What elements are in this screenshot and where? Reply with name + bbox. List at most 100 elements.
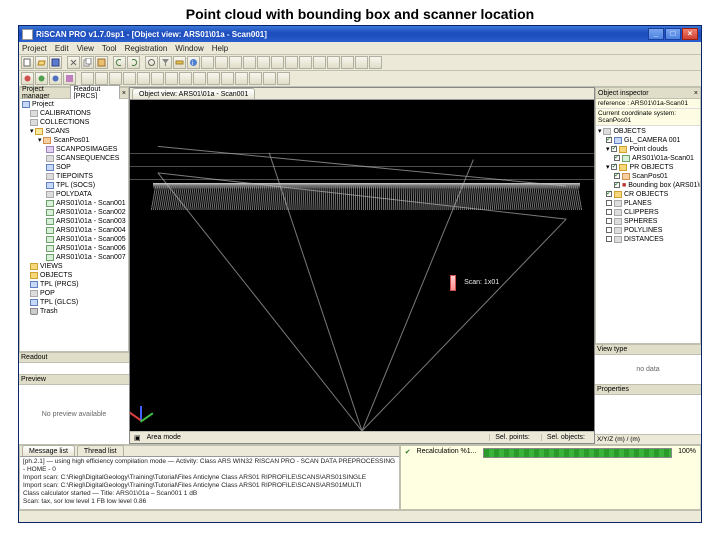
toolbar2-btn[interactable] — [81, 72, 94, 85]
tree-item[interactable]: SCANPOSIMAGES — [56, 146, 117, 153]
toolbar2-btn[interactable] — [179, 72, 192, 85]
toolbar-btn[interactable] — [201, 56, 214, 69]
preview-header[interactable]: Preview — [19, 375, 129, 385]
toolbar2-btn[interactable] — [277, 72, 290, 85]
minimize-button[interactable]: _ — [648, 28, 664, 40]
3d-viewport[interactable]: Scan: 1x01 — [130, 100, 594, 431]
toolbar2-btn[interactable] — [95, 72, 108, 85]
progress-bar — [483, 448, 673, 458]
toolbar-btn[interactable] — [369, 56, 382, 69]
toolbar-info-icon[interactable]: i — [187, 56, 200, 69]
menu-registration[interactable]: Registration — [125, 44, 168, 53]
viewtype-header[interactable]: View type — [595, 345, 701, 355]
tree-item[interactable]: POP — [40, 290, 55, 297]
toolbar2-btn[interactable] — [35, 72, 48, 85]
close-button[interactable]: × — [682, 28, 698, 40]
toolbar-btn[interactable] — [285, 56, 298, 69]
tree-scan[interactable]: ARS01\01a - Scan004 — [56, 227, 126, 234]
tree-scan[interactable]: ARS01\01a - Scan003 — [56, 218, 126, 225]
tree-item[interactable]: TPL (SOCS) — [56, 182, 95, 189]
toolbar-btn[interactable] — [313, 56, 326, 69]
tree-scan[interactable]: ARS01\01a - Scan005 — [56, 236, 126, 243]
properties-header[interactable]: Properties — [595, 385, 701, 395]
toolbar2-btn[interactable] — [235, 72, 248, 85]
toolbar-measure-icon[interactable] — [173, 56, 186, 69]
toolbar-btn[interactable] — [243, 56, 256, 69]
menu-tool[interactable]: Tool — [102, 44, 117, 53]
maximize-button[interactable]: □ — [665, 28, 681, 40]
toolbar2-btn[interactable] — [63, 72, 76, 85]
tab-message-list[interactable]: Message list — [22, 445, 75, 456]
toolbar-btn[interactable] — [271, 56, 284, 69]
tree-item[interactable]: VIEWS — [40, 263, 63, 270]
toolbar-btn[interactable] — [327, 56, 340, 69]
toolbar-btn[interactable] — [215, 56, 228, 69]
toolbar2-btn[interactable] — [137, 72, 150, 85]
toolbar-settings-icon[interactable] — [145, 56, 158, 69]
toolbar-btn[interactable] — [229, 56, 242, 69]
viewtype-body: no data — [595, 355, 701, 384]
menubar[interactable]: Project Edit View Tool Registration Wind… — [19, 42, 701, 55]
tree-scan[interactable]: ARS01\01a - Scan002 — [56, 209, 126, 216]
tree-item[interactable]: SCANSEQUENCES — [56, 155, 119, 162]
readout-header[interactable]: Readout — [19, 353, 129, 363]
toolbar2-btn[interactable] — [249, 72, 262, 85]
toolbar-btn[interactable] — [341, 56, 354, 69]
toolbar-new-icon[interactable] — [21, 56, 34, 69]
toolbar-undo-icon[interactable] — [113, 56, 126, 69]
toolbar2-btn[interactable] — [151, 72, 164, 85]
toolbar-redo-icon[interactable] — [127, 56, 140, 69]
tab-object-view[interactable]: Object view: ARS01\01a - Scan001 — [132, 88, 255, 99]
tree-item[interactable]: OBJECTS — [40, 272, 72, 279]
tree-calib[interactable]: CALIBRATIONS — [40, 110, 91, 117]
tree-scan[interactable]: ARS01\01a - Scan001 — [56, 200, 126, 207]
tree-root[interactable]: Project — [32, 101, 54, 108]
toolbar2-btn[interactable] — [109, 72, 122, 85]
menu-project[interactable]: Project — [22, 44, 47, 53]
work-area: Project manager Readout [PRCS] × Project… — [19, 87, 701, 444]
tree-item[interactable]: TPL (PRCS) — [40, 281, 79, 288]
scanner-marker-icon[interactable] — [450, 275, 456, 291]
tree-scan[interactable]: ARS01\01a - Scan006 — [56, 245, 126, 252]
object-inspector-header[interactable]: Object inspector × — [596, 88, 700, 99]
toolbar2-btn[interactable] — [21, 72, 34, 85]
toolbar2-btn[interactable] — [221, 72, 234, 85]
project-tree[interactable]: Project CALIBRATIONS COLLECTIONS ▾ SCANS… — [20, 99, 128, 351]
toolbar2-btn[interactable] — [207, 72, 220, 85]
toolbar2-btn[interactable] — [263, 72, 276, 85]
toolbar-btn[interactable] — [299, 56, 312, 69]
menu-view[interactable]: View — [77, 44, 94, 53]
toolbar2-btn[interactable] — [165, 72, 178, 85]
tree-item[interactable]: TPL (GLCS) — [40, 299, 78, 306]
center-tabstrip[interactable]: Object view: ARS01\01a - Scan001 — [130, 88, 594, 100]
toolbar-btn[interactable] — [257, 56, 270, 69]
toolbar-cut-icon[interactable] — [67, 56, 80, 69]
toolbar-save-icon[interactable] — [49, 56, 62, 69]
project-manager-header[interactable]: Project manager Readout [PRCS] × — [20, 88, 128, 99]
toolbar2-btn[interactable] — [193, 72, 206, 85]
tree-item[interactable]: TIEPOINTS — [56, 173, 93, 180]
object-inspector-close-icon[interactable]: × — [694, 90, 698, 97]
toolbar-btn[interactable] — [355, 56, 368, 69]
project-manager-close-icon[interactable]: × — [122, 90, 126, 97]
toolbar-paste-icon[interactable] — [95, 56, 108, 69]
toolbar2-btn[interactable] — [123, 72, 136, 85]
toolbar-open-icon[interactable] — [35, 56, 48, 69]
tree-scans[interactable]: SCANS — [45, 128, 69, 135]
message-log[interactable]: [ph.2.1] — using high efficiency compila… — [20, 457, 399, 509]
titlebar[interactable]: RiSCAN PRO v1.7.0sp1 - [Object view: ARS… — [19, 26, 701, 42]
menu-edit[interactable]: Edit — [55, 44, 69, 53]
tree-trash[interactable]: Trash — [40, 308, 58, 315]
tree-coll[interactable]: COLLECTIONS — [40, 119, 89, 126]
tree-item[interactable]: POLYDATA — [56, 191, 92, 198]
toolbar-filter-icon[interactable] — [159, 56, 172, 69]
tree-scan[interactable]: ARS01\01a - Scan007 — [56, 254, 126, 261]
toolbar2-btn[interactable] — [49, 72, 62, 85]
toolbar-copy-icon[interactable] — [81, 56, 94, 69]
tree-item[interactable]: SOP — [56, 164, 71, 171]
tab-thread-list[interactable]: Thread list — [77, 445, 124, 456]
menu-window[interactable]: Window — [175, 44, 203, 53]
object-inspector-tree[interactable]: ▾ OBJECTS GL_CAMERA 001 ▾ Point clouds A… — [596, 126, 700, 343]
tree-scanpos[interactable]: ScanPos01 — [53, 137, 89, 144]
menu-help[interactable]: Help — [212, 44, 228, 53]
